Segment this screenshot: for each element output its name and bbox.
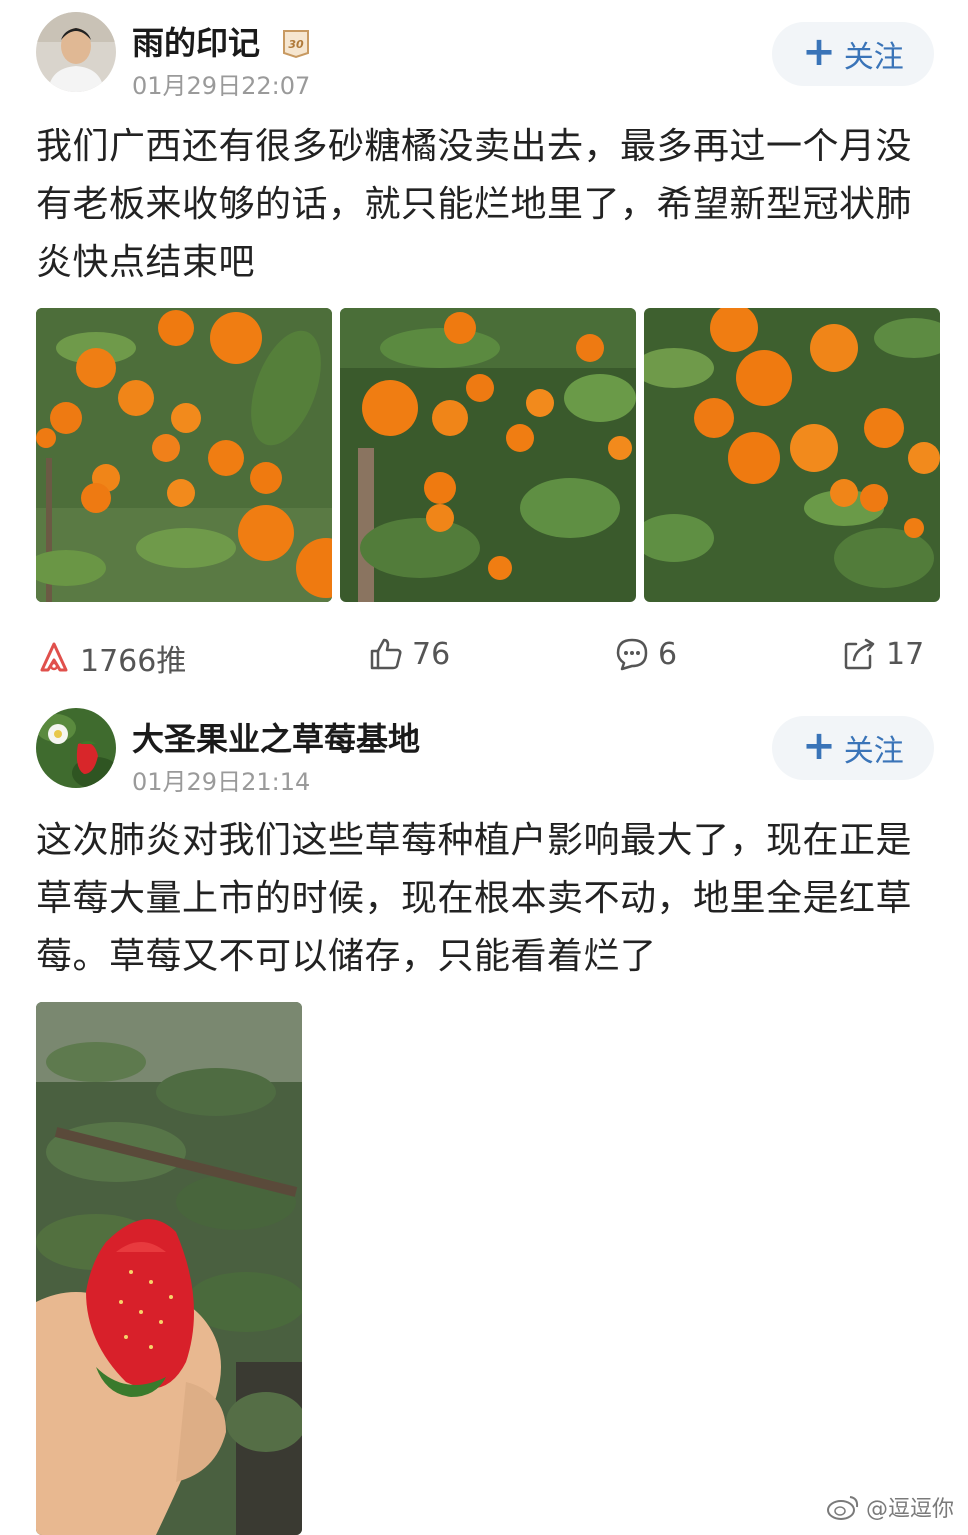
plus-icon: + — [802, 29, 836, 75]
comment-icon — [616, 638, 648, 671]
orange-tree-photo[interactable] — [644, 308, 940, 602]
post-timestamp: 01月29日22:07 — [132, 72, 311, 100]
comment-button[interactable]: 6 — [614, 636, 677, 672]
post-timestamp: 01月29日21:14 — [132, 768, 311, 796]
follow-button[interactable]: + 关注 — [772, 22, 934, 86]
user-avatar[interactable] — [36, 12, 116, 92]
orange-tree-photo[interactable] — [340, 308, 636, 602]
username[interactable]: 大圣果业之草莓基地 — [132, 714, 420, 760]
post-text: 我们广西还有很多砂糖橘没卖出去，最多再过一个月没有老板来收够的话，就只能烂地里了… — [36, 126, 913, 283]
photo-grid — [36, 308, 940, 602]
strawberry-photo[interactable] — [36, 1002, 302, 1535]
orange-tree-photo[interactable] — [36, 308, 332, 602]
repost-icon — [844, 638, 875, 670]
push-button[interactable]: 1766推 — [36, 636, 186, 680]
watermark: @逗逗你 — [826, 1491, 954, 1523]
level-badge-icon: 30 — [279, 25, 313, 59]
like-button[interactable]: 76 — [368, 636, 450, 672]
post-text: 这次肺炎对我们这些草莓种植户影响最大了，现在正是草莓大量上市的时候，现在根本卖不… — [36, 820, 913, 977]
push-icon — [40, 642, 68, 672]
follow-button[interactable]: + 关注 — [772, 716, 934, 780]
repost-button[interactable]: 17 — [842, 636, 924, 672]
thumbs-up-icon — [370, 638, 402, 670]
weibo-logo-icon — [826, 1496, 859, 1520]
user-avatar[interactable] — [36, 708, 116, 788]
plus-icon: + — [802, 723, 836, 769]
action-bar: 1766推 76 6 17 — [0, 636, 968, 692]
username[interactable]: 雨的印记 30 — [132, 18, 313, 64]
svg-text:30: 30 — [289, 38, 305, 51]
